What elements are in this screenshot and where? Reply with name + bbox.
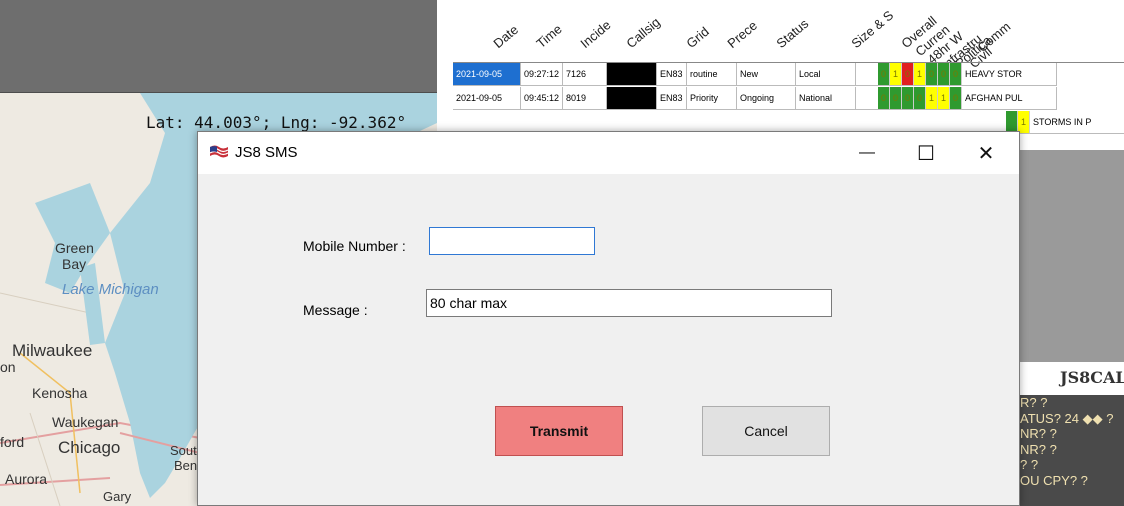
minimize-button[interactable]: — [836, 132, 898, 174]
cell-political[interactable]: 0 [926, 63, 938, 86]
dialog-title: JS8 SMS [235, 144, 298, 161]
cell-civil[interactable]: 1 [938, 87, 950, 110]
cell-date[interactable]: 2021-09-05 [453, 87, 521, 110]
transmit-button[interactable]: Transmit [495, 406, 623, 456]
flag-icon [209, 144, 229, 163]
lake-label: Lake Michigan [62, 281, 159, 298]
dialog-titlebar[interactable]: JS8 SMS — ☐ ✕ [198, 132, 1019, 174]
cell-size[interactable]: Local [796, 63, 856, 86]
table-row[interactable]: 2021-09-05 09:45:12 8019 EN83 Priority O… [453, 87, 1057, 111]
log-line: R? ? [1020, 395, 1048, 410]
map-toolbar [0, 0, 437, 93]
col-header-time[interactable]: Time [533, 21, 564, 51]
message-label: Message : [303, 302, 368, 318]
col-header-grid[interactable]: Grid [683, 24, 711, 51]
cell-infrastructure[interactable]: 0 [914, 87, 926, 110]
cancel-button[interactable]: Cancel [702, 406, 830, 456]
city-ben: Ben [174, 458, 198, 473]
cell-size[interactable]: National [796, 87, 856, 110]
cell-overall[interactable]: 0 [878, 87, 890, 110]
log-line: NR? ? [1020, 441, 1057, 457]
cell-current[interactable]: 1 [890, 63, 902, 86]
cell-comment[interactable]: STORMS IN P [1030, 111, 1124, 134]
city-ford: ford [0, 434, 25, 450]
mobile-number-input[interactable] [429, 227, 595, 255]
cell-spacer [856, 63, 878, 86]
cell-comm[interactable]: 0 [950, 63, 962, 86]
city-sout: Sout [170, 443, 197, 458]
col-header-comment[interactable]: Comm [974, 19, 1013, 55]
cell-grid[interactable]: EN83 [657, 63, 687, 86]
log-line: ATUS? 24 ◆◆ ? [1020, 410, 1114, 426]
city-milwaukee: Milwaukee [12, 341, 93, 360]
side-panel [1016, 150, 1124, 362]
cell-status[interactable]: Ongoing [737, 87, 796, 110]
maximize-icon: ☐ [917, 142, 935, 165]
city-bay: Bay [62, 256, 87, 272]
col-header-callsign[interactable]: Callsig [623, 14, 663, 51]
city-kenosha: Kenosha [32, 385, 88, 401]
col-header-status[interactable]: Status [773, 16, 811, 51]
cell-current[interactable]: 0 [890, 87, 902, 110]
cell-civil[interactable]: 0 [938, 63, 950, 86]
cell-callsign-redacted [607, 63, 657, 86]
city-chicago: Chicago [58, 438, 121, 457]
cell-48hr[interactable]: 0 [902, 63, 914, 86]
table-row[interactable]: 2021-09-05 09:27:12 7126 EN83 routine Ne… [453, 63, 1057, 87]
message-input[interactable] [426, 289, 832, 317]
cell-precedence[interactable]: routine [687, 63, 737, 86]
log-line: ? ? [1020, 457, 1039, 472]
cell-incident[interactable]: 8019 [563, 87, 607, 110]
cell-overall[interactable]: 0 [878, 63, 890, 86]
mobile-number-label: Mobile Number : [303, 238, 406, 254]
message-log[interactable]: R? ? ATUS? 24 ◆◆ ? NR? ? NR? ? ? ? OU CP… [1016, 395, 1124, 506]
cell-time[interactable]: 09:27:12 [521, 63, 563, 86]
log-title: JS8CAL [1060, 368, 1124, 387]
cell-date[interactable]: 2021-09-05 [453, 63, 521, 86]
cell-political[interactable]: 1 [926, 87, 938, 110]
close-icon: ✕ [977, 142, 995, 165]
cell-comment[interactable]: HEAVY STOR [962, 63, 1057, 86]
cell-precedence[interactable]: Priority [687, 87, 737, 110]
city-waukegan: Waukegan [52, 414, 119, 430]
js8-sms-dialog: JS8 SMS — ☐ ✕ Mobile Number : Message : … [197, 131, 1020, 506]
cell-48hr[interactable]: 0 [902, 87, 914, 110]
log-line: NR? ? [1020, 426, 1057, 441]
cell-comm[interactable]: 0 [950, 87, 962, 110]
col-header-date[interactable]: Date [490, 22, 521, 51]
cell-infrastructure[interactable]: 1 [914, 63, 926, 86]
city-green: Green [55, 240, 94, 256]
cell-status[interactable]: New [737, 63, 796, 86]
close-button[interactable]: ✕ [955, 132, 1017, 174]
cell-spacer [856, 87, 878, 110]
col-header-incident[interactable]: Incide [577, 17, 613, 51]
city-on: on [0, 359, 16, 375]
log-line: OU CPY? ? [1020, 472, 1088, 488]
cell-incident[interactable]: 7126 [563, 63, 607, 86]
cell-callsign-redacted [607, 87, 657, 110]
cell-comment[interactable]: AFGHAN PUL [962, 87, 1057, 110]
cell-time[interactable]: 09:45:12 [521, 87, 563, 110]
minimize-icon: — [859, 144, 875, 161]
col-header-precedence[interactable]: Prece [724, 18, 760, 51]
city-aurora: Aurora [5, 471, 48, 487]
city-gary: Gary [103, 489, 132, 504]
coordinates-readout: Lat: 44.003°; Lng: -92.362° [146, 113, 407, 132]
cell-grid[interactable]: EN83 [657, 87, 687, 110]
maximize-button[interactable]: ☐ [895, 132, 957, 174]
col-header-size[interactable]: Size & S [848, 7, 896, 51]
